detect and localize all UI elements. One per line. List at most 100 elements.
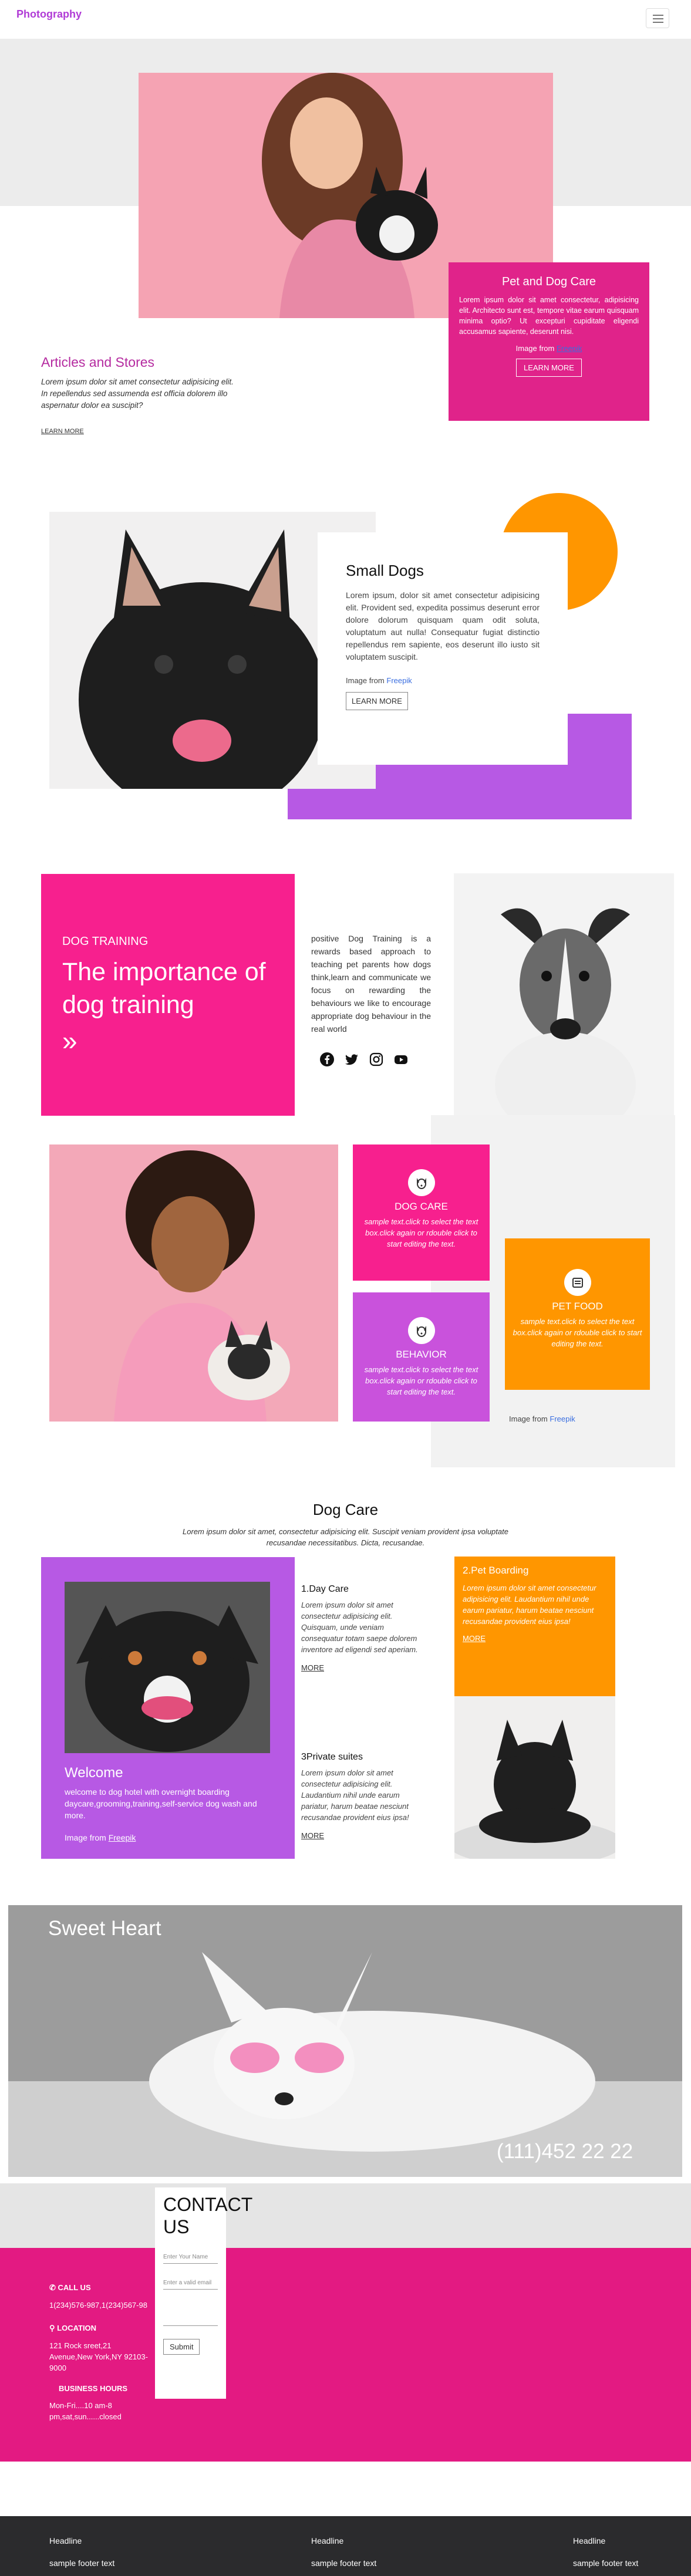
welcome-title: Welcome <box>65 1765 123 1781</box>
call-us-label: ✆ CALL US <box>49 2283 91 2292</box>
footer-text: sample footer text <box>49 2558 115 2568</box>
freepik-link[interactable]: Freepik <box>550 1414 575 1423</box>
excited-woman-photo <box>49 1144 338 1422</box>
day-care-text: Lorem ipsum dolor sit amet consectetur a… <box>301 1601 418 1654</box>
more-link[interactable]: MORE <box>301 1831 324 1840</box>
day-care-item: 1.Day Care Lorem ipsum dolor sit amet co… <box>301 1584 423 1673</box>
training-banner: DOG TRAINING The importance of dog train… <box>41 874 295 1116</box>
learn-more-button[interactable]: LEARN MORE <box>346 692 408 710</box>
dog-care-heading: Dog Care <box>312 1501 379 1518</box>
image-credit: Image from Freepik <box>65 1833 136 1842</box>
freepik-link[interactable]: Freepik <box>557 344 582 353</box>
social-icons <box>319 1052 413 1069</box>
footer-text: sample footer text <box>311 2558 377 2568</box>
private-suites-text: Lorem ipsum dolor sit amet consectetur a… <box>301 1768 409 1822</box>
pet-boarding-text: Lorem ipsum dolor sit amet consectetur a… <box>463 1584 596 1626</box>
contact-form-card: CONTACT US Enter Your Name Enter a valid… <box>155 2187 252 2399</box>
submit-button[interactable]: Submit <box>163 2339 200 2355</box>
day-care-title: 1.Day Care <box>301 1584 349 1594</box>
image-credit: Image from Freepik <box>346 676 540 685</box>
image-credit: Image from Freepik <box>509 1414 575 1423</box>
footer-column: Headline sample footer text <box>311 2536 376 2576</box>
freepik-link[interactable]: Freepik <box>386 676 412 685</box>
pet-food-text: sample text.click to select the text box… <box>513 1317 642 1348</box>
phone-icon: ✆ <box>49 2283 58 2292</box>
welcome-dog-photo <box>65 1582 270 1753</box>
business-hours-label: BUSINESS HOURS <box>59 2384 128 2393</box>
pet-care-title: Pet and Dog Care <box>501 275 596 288</box>
welcome-text: welcome to dog hotel with overnight boar… <box>65 1787 257 1820</box>
email-field[interactable]: Enter a valid email <box>163 2277 218 2290</box>
pet-boarding-title: 2.Pet Boarding <box>463 1565 529 1576</box>
training-text: positive Dog Training is a rewards based… <box>311 934 431 1034</box>
contact-title: CONTACT US <box>163 2194 252 2237</box>
contact-info: ✆ CALL US 1(234)576-987,1(234)567-98 ⚲ L… <box>49 2283 149 2422</box>
contact-section: ✆ CALL US 1(234)576-987,1(234)567-98 ⚲ L… <box>0 2248 691 2462</box>
footer-headline: Headline <box>311 2536 344 2545</box>
image-credit-label: Image from <box>346 676 385 685</box>
articles-learn-more-link[interactable]: LEARN MORE <box>41 428 84 435</box>
footer-column: Headline sample footer text <box>573 2536 638 2576</box>
pet-food-title: PET FOOD <box>552 1301 603 1312</box>
message-field[interactable] <box>163 2302 218 2326</box>
articles-text: Lorem ipsum dolor sit amet consectetur a… <box>41 377 234 410</box>
hero-phone[interactable]: (111)452 22 22 <box>497 2140 633 2163</box>
instagram-icon[interactable] <box>369 1052 384 1067</box>
freepik-link[interactable]: Freepik <box>109 1833 136 1842</box>
footer-headline: Headline <box>573 2536 606 2545</box>
image-credit-label: Image from <box>515 344 555 353</box>
contact-top-band <box>0 2183 691 2249</box>
more-link[interactable]: MORE <box>463 1634 486 1643</box>
name-field[interactable]: Enter Your Name <box>163 2251 218 2264</box>
dog-face-icon <box>407 1317 435 1344</box>
pet-care-text: Lorem ipsum dolor sit amet consectetur, … <box>459 296 639 336</box>
small-dogs-text: Lorem ipsum, dolor sit amet consectetur … <box>346 590 540 661</box>
footer-column: Headline sample footer text <box>49 2536 114 2576</box>
menu-button[interactable] <box>646 8 669 28</box>
articles-title: Articles and Stores <box>41 355 155 370</box>
business-hours-text: Mon-Fri....10 am-8 pm,sat,sun......close… <box>49 2401 122 2421</box>
facebook-icon[interactable] <box>319 1052 335 1067</box>
small-dogs-title: Small Dogs <box>346 562 424 579</box>
dog-care-subtitle: Lorem ipsum dolor sit amet, consectetur … <box>183 1527 508 1547</box>
behavior-feature[interactable]: BEHAVIOR sample text.click to select the… <box>353 1292 490 1422</box>
location-label: ⚲ LOCATION <box>49 2324 97 2332</box>
youtube-icon[interactable] <box>393 1052 409 1067</box>
footer-text: sample footer text <box>573 2558 639 2568</box>
location-text: 121 Rock sreet,21 Avenue,New York,NY 921… <box>49 2341 148 2372</box>
location-pin-icon: ⚲ <box>49 2324 58 2332</box>
footer-headline: Headline <box>49 2536 82 2545</box>
pet-food-feature[interactable]: PET FOOD sample text.click to select the… <box>505 1238 650 1390</box>
dog-care-text: sample text.click to select the text box… <box>364 1217 478 1248</box>
image-credit-label: Image from <box>509 1414 548 1423</box>
welcome-card: Welcome welcome to dog hotel with overni… <box>41 1557 295 1859</box>
private-suites-title: 3Private suites <box>301 1752 363 1762</box>
food-bowl-icon <box>564 1269 591 1296</box>
hero-title: Sweet Heart <box>48 1917 161 1940</box>
small-dogs-card: Small Dogs Lorem ipsum, dolor sit amet c… <box>318 532 568 765</box>
dog-portrait-photo <box>454 873 674 1117</box>
lying-bulldog-photo <box>454 1696 615 1859</box>
sweet-heart-hero: Sweet Heart (111)452 22 22 <box>8 1905 682 2177</box>
site-header: Photography <box>0 0 691 35</box>
pet-boarding-card: 2.Pet Boarding Lorem ipsum dolor sit ame… <box>454 1557 615 1696</box>
image-credit: Image from Freepik <box>459 344 639 353</box>
more-link[interactable]: MORE <box>301 1663 324 1672</box>
pet-care-card: Pet and Dog Care Lorem ipsum dolor sit a… <box>449 262 649 421</box>
dog-care-feature[interactable]: DOG CARE sample text.click to select the… <box>353 1144 490 1281</box>
behavior-text: sample text.click to select the text box… <box>364 1365 478 1396</box>
behavior-title: BEHAVIOR <box>396 1349 447 1360</box>
call-us-text: 1(234)576-987,1(234)567-98 <box>49 2301 147 2310</box>
image-credit-label: Image from <box>65 1833 106 1842</box>
double-chevron-icon[interactable]: » <box>62 1025 274 1056</box>
twitter-icon[interactable] <box>344 1052 359 1067</box>
private-suites-item: 3Private suites Lorem ipsum dolor sit am… <box>301 1752 423 1841</box>
dog-care-title: DOG CARE <box>395 1201 448 1212</box>
dog-face-icon <box>407 1169 435 1196</box>
learn-more-button[interactable]: LEARN MORE <box>516 359 582 377</box>
articles-block: Articles and Stores Lorem ipsum dolor si… <box>41 355 235 436</box>
training-title: The importance of dog training <box>62 958 266 1019</box>
site-footer: Headline sample footer text Headline sam… <box>0 2516 691 2576</box>
training-kicker: DOG TRAINING <box>62 935 149 948</box>
brand-logo[interactable]: Photography <box>16 8 82 21</box>
